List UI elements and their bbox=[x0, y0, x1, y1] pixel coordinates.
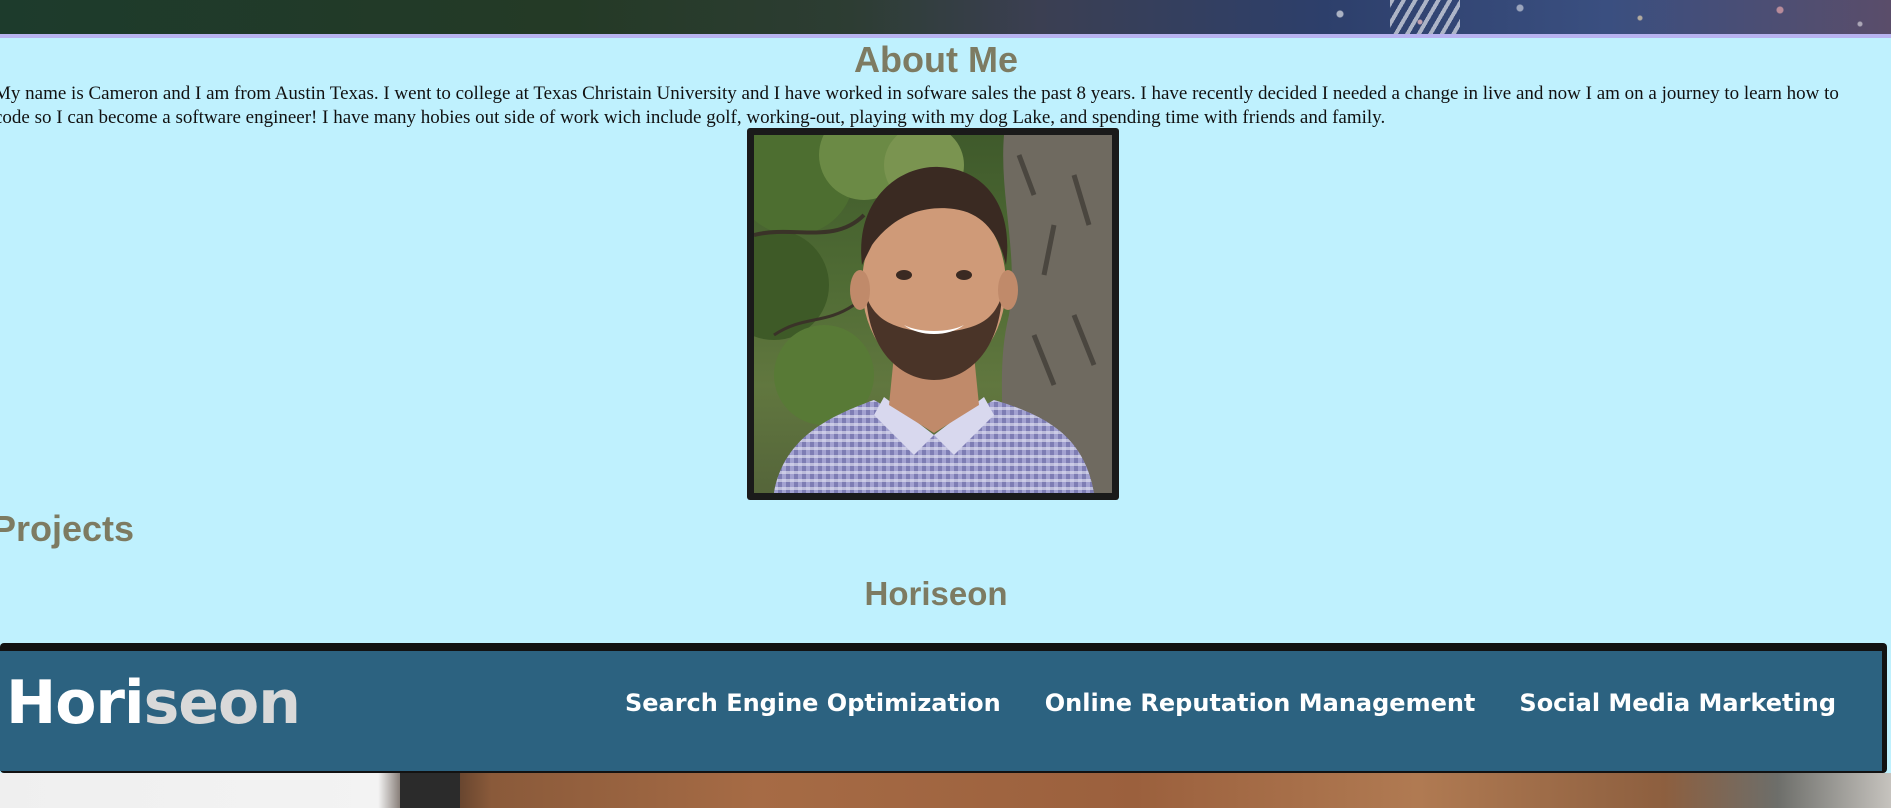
header-background-image bbox=[0, 0, 1891, 34]
profile-photo bbox=[747, 128, 1119, 500]
projects-heading: Projects bbox=[0, 508, 135, 549]
project-nav-links: Search Engine Optimization Online Reputa… bbox=[625, 686, 1836, 720]
about-me-heading: About Me bbox=[854, 39, 1018, 80]
portfolio-page: About Me My name is Cameron and I am fro… bbox=[0, 0, 1891, 808]
brand-part-2: seon bbox=[143, 668, 301, 738]
brand-part-1: Hori bbox=[6, 668, 145, 738]
about-me-paragraph: My name is Cameron and I am from Austin … bbox=[0, 83, 1839, 128]
project-brand-logo: Horiseon bbox=[6, 666, 301, 740]
nav-link-seo[interactable]: Search Engine Optimization bbox=[625, 686, 1001, 720]
project-title[interactable]: Horiseon bbox=[0, 572, 1872, 616]
nav-link-reputation[interactable]: Online Reputation Management bbox=[1045, 686, 1476, 720]
nav-link-social[interactable]: Social Media Marketing bbox=[1519, 686, 1836, 720]
project-hero-image bbox=[0, 773, 1891, 808]
